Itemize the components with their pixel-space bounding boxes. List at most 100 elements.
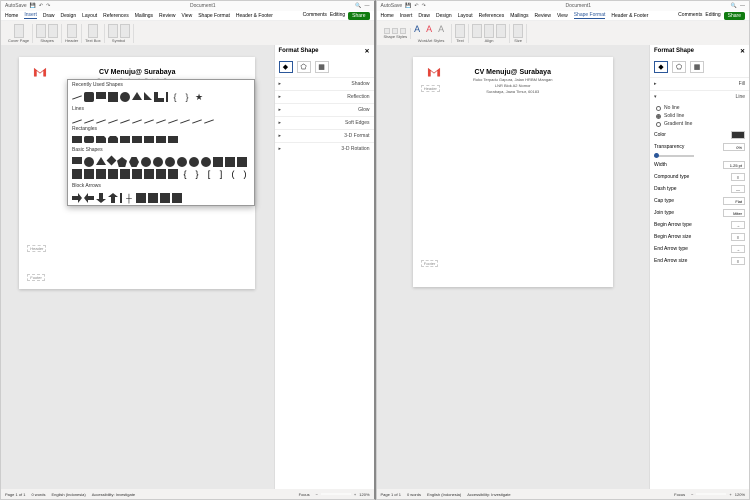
basic-7[interactable] [141,157,151,167]
header-label[interactable]: Header [421,85,440,92]
basic-18[interactable] [96,169,106,179]
basic-30[interactable]: ) [240,169,250,179]
shape-vbar[interactable] [166,92,168,102]
basic-9[interactable] [165,157,175,167]
status-access[interactable]: Accessibility: Investigate [92,492,135,497]
page[interactable]: CV Menuju@ Surabaya Ruko Terpadu Gapura,… [413,57,613,287]
tab-review[interactable]: Review [159,13,175,19]
zoom-control[interactable]: − + 120% [691,492,745,497]
shape-rect-2[interactable] [84,136,94,143]
shape-triangle[interactable] [132,92,142,100]
status-lang[interactable]: English (Indonesia) [51,492,85,497]
tab-headerfooter[interactable]: Header & Footer [611,13,648,19]
section-glow[interactable]: ▸Glow [275,103,374,116]
tab-design[interactable]: Design [436,13,452,19]
width-input[interactable]: 1.25 pt [723,161,745,169]
end-arrow-type-dropdown[interactable]: → [731,245,745,253]
minimize-icon[interactable]: — [365,3,370,9]
shape-L[interactable] [154,92,164,102]
wordart-A3[interactable]: A [438,24,448,38]
layout-tab-icon[interactable]: ▦ [315,61,329,73]
autosave-toggle[interactable]: AutoSave [5,3,27,9]
basic-22[interactable] [144,169,154,179]
shape-rect-1[interactable] [72,136,82,143]
shape-star[interactable]: ★ [194,92,204,102]
tab-view[interactable]: View [557,13,568,19]
basic-19[interactable] [108,169,118,179]
zoom-in-icon[interactable]: + [729,492,731,497]
join-dropdown[interactable]: Miter [723,209,745,217]
shape-rrect[interactable] [84,92,94,102]
status-page[interactable]: Page 1 of 1 [5,492,25,497]
footer-label[interactable]: Footer [421,260,439,267]
status-lang[interactable]: English (Indonesia) [427,492,461,497]
section-softedges[interactable]: ▸Soft Edges [275,116,374,129]
minimize-icon[interactable]: — [740,3,745,9]
arrow-5[interactable] [120,193,122,203]
comments-button[interactable]: Comments [303,12,327,20]
section-shadow[interactable]: ▸Shadow [275,77,374,90]
tab-layout[interactable]: Layout [82,13,97,19]
shape-rect[interactable] [96,92,106,99]
wordart-A1[interactable]: A [414,24,424,38]
zoom-slider[interactable] [696,493,726,495]
color-picker[interactable] [731,131,745,139]
status-page[interactable]: Page 1 of 1 [381,492,401,497]
arrow-8[interactable] [148,193,158,203]
arrow-2[interactable] [84,193,94,203]
tab-insert[interactable]: Insert [400,13,413,19]
basic-28[interactable]: ] [216,169,226,179]
shape-rect-6[interactable] [132,136,142,143]
end-arrow-size-dropdown[interactable]: ≡ [731,257,745,265]
basic-12[interactable] [201,157,211,167]
wordart-A2[interactable]: A [426,24,436,38]
tab-shapeformat[interactable]: Shape Format [574,12,606,19]
cover-page-icon[interactable] [14,24,24,38]
layout-tab-icon[interactable]: ▦ [690,61,704,73]
basic-2[interactable] [84,157,94,167]
basic-23[interactable] [156,169,166,179]
arrow-7[interactable] [136,193,146,203]
tab-draw[interactable]: Draw [418,13,430,19]
basic-16[interactable] [72,169,82,179]
basic-8[interactable] [153,157,163,167]
cap-dropdown[interactable]: Flat [723,197,745,205]
equation-icon[interactable] [108,24,118,38]
basic-20[interactable] [120,169,130,179]
tab-references[interactable]: References [103,13,129,19]
editing-button[interactable]: Editing [705,12,720,20]
arrow-4[interactable] [108,193,118,203]
autosave-toggle[interactable]: AutoSave [381,3,403,9]
tab-insert[interactable]: Insert [24,12,37,19]
wrap-icon[interactable] [484,24,494,38]
undo-icon[interactable]: ↶ [39,3,43,9]
status-focus[interactable]: Focus [299,492,310,497]
textbox-icon[interactable] [88,24,98,38]
comments-button[interactable]: Comments [678,12,702,20]
shape-rect-3[interactable] [96,136,106,143]
shapes-icon[interactable] [48,24,58,38]
header-icon[interactable] [67,24,77,38]
shape-rect-5[interactable] [120,136,130,143]
status-access[interactable]: Accessibility: Investigate [467,492,510,497]
line-option-gradient[interactable]: Gradient line [656,120,743,128]
pictures-icon[interactable] [36,24,46,38]
shape-circle[interactable] [120,92,130,102]
transparency-input[interactable]: 0% [723,143,745,151]
begin-arrow-type-dropdown[interactable]: → [731,221,745,229]
basic-5[interactable] [117,157,127,167]
effects-tab-icon[interactable]: ⬠ [672,61,686,73]
basic-15[interactable] [237,157,247,167]
position-icon[interactable] [472,24,482,38]
undo-icon[interactable]: ↶ [414,3,418,9]
save-icon[interactable]: 💾 [405,3,411,9]
zoom-in-icon[interactable]: + [354,492,356,497]
zoom-value[interactable]: 120% [359,492,369,497]
section-3drotation[interactable]: ▸3-D Rotation [275,142,374,155]
size-icon[interactable] [513,24,523,38]
basic-21[interactable] [132,169,142,179]
basic-6[interactable] [129,157,139,167]
section-line[interactable]: ▾Line [650,90,749,103]
arrow-1[interactable] [72,193,82,203]
section-reflection[interactable]: ▸Reflection [275,90,374,103]
